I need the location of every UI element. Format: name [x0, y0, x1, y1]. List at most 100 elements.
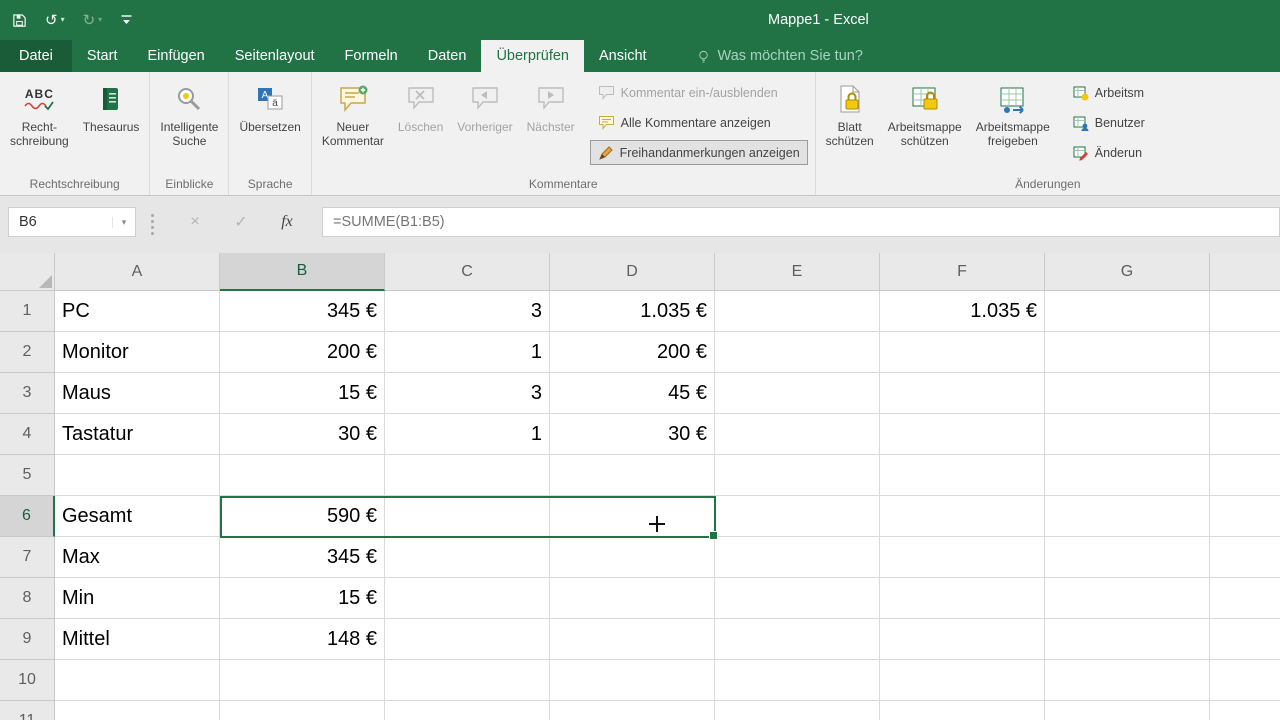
cell-E3[interactable] [715, 373, 880, 414]
cell-F3[interactable] [880, 373, 1045, 414]
row-header-3[interactable]: 3 [0, 373, 55, 414]
cell-F5[interactable] [880, 455, 1045, 496]
new-comment-button[interactable]: Neuer Kommentar [315, 73, 391, 176]
cell-C9[interactable] [385, 619, 550, 660]
cell-E5[interactable] [715, 455, 880, 496]
cell-D11[interactable] [550, 701, 715, 720]
thesaurus-button[interactable]: Thesaurus [76, 73, 147, 176]
show-all-comments-button[interactable]: Alle Kommentare anzeigen [590, 110, 808, 135]
tab-start[interactable]: Start [72, 40, 133, 72]
cell-G8[interactable] [1045, 578, 1210, 619]
cell-E10[interactable] [715, 660, 880, 701]
cell-A11[interactable] [55, 701, 220, 720]
insert-function-icon[interactable]: fx [264, 213, 310, 231]
cell-G9[interactable] [1045, 619, 1210, 660]
cell-A2[interactable]: Monitor [55, 332, 220, 373]
row-header-4[interactable]: 4 [0, 414, 55, 455]
row-header-9[interactable]: 9 [0, 619, 55, 660]
cell-G6[interactable] [1045, 496, 1210, 537]
row-header-7[interactable]: 7 [0, 537, 55, 578]
protect-sheet-button[interactable]: Blatt schützen [819, 73, 881, 176]
cell-C6[interactable] [385, 496, 550, 537]
row-header-1[interactable]: 1 [0, 291, 55, 332]
cell-partial-3[interactable] [1210, 373, 1280, 414]
cell-D8[interactable] [550, 578, 715, 619]
cell-A9[interactable]: Mittel [55, 619, 220, 660]
column-header-B[interactable]: B [220, 253, 385, 291]
cell-F4[interactable] [880, 414, 1045, 455]
cell-B11[interactable] [220, 701, 385, 720]
formula-input[interactable]: =SUMME(B1:B5) [322, 207, 1280, 237]
cell-G10[interactable] [1045, 660, 1210, 701]
cell-D2[interactable]: 200 € [550, 332, 715, 373]
customize-quick-access-button[interactable] [120, 13, 133, 27]
cell-partial-11[interactable] [1210, 701, 1280, 720]
cell-partial-8[interactable] [1210, 578, 1280, 619]
cell-F8[interactable] [880, 578, 1045, 619]
tab-ueberpruefen[interactable]: Überprüfen [481, 40, 584, 72]
tab-formeln[interactable]: Formeln [330, 40, 413, 72]
cell-A10[interactable] [55, 660, 220, 701]
cell-D7[interactable] [550, 537, 715, 578]
cell-E1[interactable] [715, 291, 880, 332]
undo-button[interactable]: ↺ ▾ [45, 13, 65, 28]
row-header-8[interactable]: 8 [0, 578, 55, 619]
cell-F7[interactable] [880, 537, 1045, 578]
cell-A3[interactable]: Maus [55, 373, 220, 414]
translate-button[interactable]: Aä Übersetzen [232, 73, 307, 176]
protect-share-workbook-button[interactable]: Arbeitsm [1065, 80, 1153, 105]
cell-F11[interactable] [880, 701, 1045, 720]
cell-E9[interactable] [715, 619, 880, 660]
row-header-6[interactable]: 6 [0, 496, 55, 537]
cell-A8[interactable]: Min [55, 578, 220, 619]
column-header-F[interactable]: F [880, 253, 1045, 291]
name-box[interactable]: B6 ▾ [8, 207, 136, 237]
cell-partial-5[interactable] [1210, 455, 1280, 496]
row-header-2[interactable]: 2 [0, 332, 55, 373]
cell-B5[interactable] [220, 455, 385, 496]
cell-G2[interactable] [1045, 332, 1210, 373]
cell-C1[interactable]: 3 [385, 291, 550, 332]
save-button[interactable] [12, 13, 27, 28]
column-header-partial[interactable] [1210, 253, 1280, 291]
protect-workbook-button[interactable]: Arbeitsmappe schützen [881, 73, 969, 176]
tab-daten[interactable]: Daten [413, 40, 482, 72]
cell-partial-10[interactable] [1210, 660, 1280, 701]
cell-E6[interactable] [715, 496, 880, 537]
row-header-11[interactable]: 11 [0, 701, 55, 720]
cell-A4[interactable]: Tastatur [55, 414, 220, 455]
cell-partial-2[interactable] [1210, 332, 1280, 373]
cell-D4[interactable]: 30 € [550, 414, 715, 455]
cell-C10[interactable] [385, 660, 550, 701]
cell-E8[interactable] [715, 578, 880, 619]
column-header-E[interactable]: E [715, 253, 880, 291]
allow-users-edit-ranges-button[interactable]: Benutzer [1065, 110, 1153, 135]
cell-C11[interactable] [385, 701, 550, 720]
cell-F2[interactable] [880, 332, 1045, 373]
cell-G7[interactable] [1045, 537, 1210, 578]
tab-seitenlayout[interactable]: Seitenlayout [220, 40, 330, 72]
cell-G5[interactable] [1045, 455, 1210, 496]
column-header-D[interactable]: D [550, 253, 715, 291]
cell-A6[interactable]: Gesamt [55, 496, 220, 537]
cell-C8[interactable] [385, 578, 550, 619]
cell-B8[interactable]: 15 € [220, 578, 385, 619]
cell-E4[interactable] [715, 414, 880, 455]
cell-D3[interactable]: 45 € [550, 373, 715, 414]
cell-A5[interactable] [55, 455, 220, 496]
cell-B4[interactable]: 30 € [220, 414, 385, 455]
cell-E11[interactable] [715, 701, 880, 720]
cell-G4[interactable] [1045, 414, 1210, 455]
cell-B1[interactable]: 345 € [220, 291, 385, 332]
tab-ansicht[interactable]: Ansicht [584, 40, 662, 72]
cell-C4[interactable]: 1 [385, 414, 550, 455]
row-header-10[interactable]: 10 [0, 660, 55, 701]
column-header-G[interactable]: G [1045, 253, 1210, 291]
cell-B6[interactable]: 590 € [220, 496, 385, 537]
name-box-dropdown-icon[interactable]: ▾ [112, 216, 135, 228]
cell-F1[interactable]: 1.035 € [880, 291, 1045, 332]
spelling-button[interactable]: ABC Recht- schreibung [3, 73, 76, 176]
cell-C7[interactable] [385, 537, 550, 578]
column-header-C[interactable]: C [385, 253, 550, 291]
tab-datei[interactable]: Datei [0, 40, 72, 72]
